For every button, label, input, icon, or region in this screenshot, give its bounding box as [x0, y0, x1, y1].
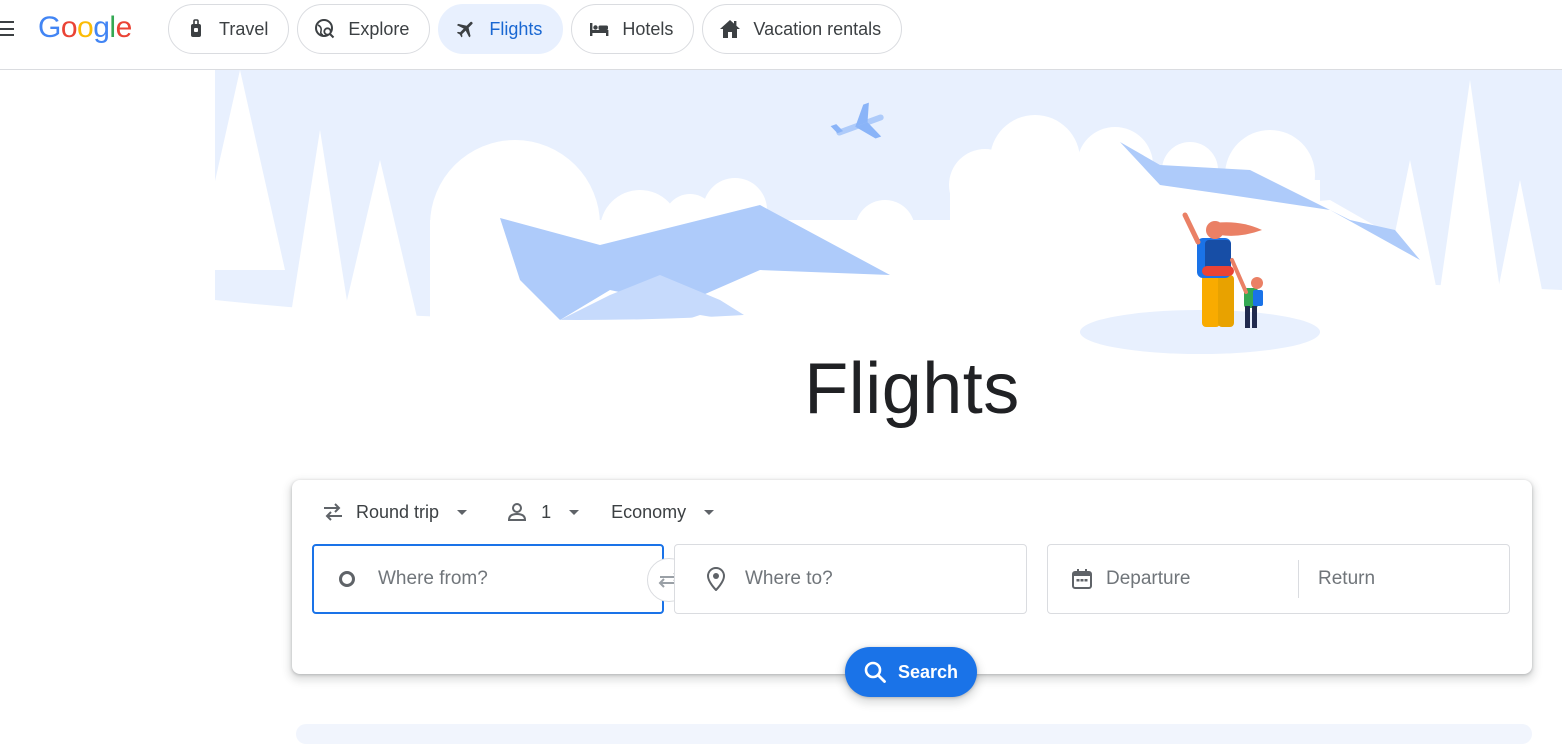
tab-label: Vacation rentals — [753, 18, 882, 39]
bed-icon — [588, 18, 610, 40]
trip-type-select[interactable]: Round trip — [322, 499, 468, 525]
explore-globe-icon — [314, 18, 336, 40]
location-pin-icon — [707, 567, 725, 591]
chevron-down-icon — [704, 509, 715, 515]
tab-flights[interactable]: Flights — [438, 4, 564, 54]
departure-date-field[interactable]: Departure — [1048, 567, 1298, 591]
tab-travel[interactable]: Travel — [168, 4, 290, 54]
search-button[interactable]: Search — [845, 647, 977, 697]
luggage-icon — [185, 18, 207, 40]
origin-circle-icon — [338, 570, 356, 588]
flight-search-card: Round trip 1 Economy Where from? Where t… — [292, 480, 1532, 697]
airplane-icon — [455, 18, 477, 40]
hamburger-menu-icon[interactable] — [0, 19, 18, 39]
passenger-count: 1 — [541, 501, 552, 522]
return-date-field[interactable]: Return — [1299, 568, 1375, 590]
trip-type-label: Round trip — [356, 501, 440, 522]
destination-input[interactable]: Where to? — [674, 544, 1027, 614]
hero-illustration — [0, 70, 1562, 370]
page-title: Flights — [804, 349, 1020, 429]
origin-placeholder: Where from? — [378, 568, 488, 589]
tab-label: Flights — [489, 18, 543, 39]
tab-label: Explore — [348, 18, 410, 39]
cabin-class-select[interactable]: Economy — [611, 499, 715, 525]
search-icon — [864, 661, 886, 683]
tab-label: Hotels — [622, 18, 674, 39]
person-icon — [507, 502, 527, 522]
swap-arrows-icon — [322, 502, 344, 522]
tab-label: Travel — [219, 18, 269, 39]
return-placeholder: Return — [1318, 568, 1376, 589]
origin-input[interactable]: Where from? — [312, 544, 664, 614]
departure-placeholder: Departure — [1106, 568, 1191, 589]
house-icon — [719, 18, 741, 40]
passengers-select[interactable]: 1 — [507, 499, 580, 525]
destination-placeholder: Where to? — [745, 568, 833, 589]
date-range-input[interactable]: Departure Return — [1047, 544, 1510, 614]
next-section-strip — [296, 724, 1532, 744]
travel-nav-tabs: Travel Explore Flights Hotels Vacation r… — [168, 4, 903, 54]
google-logo[interactable]: Google — [38, 11, 132, 45]
cabin-class-label: Economy — [611, 501, 687, 522]
chevron-down-icon — [457, 509, 468, 515]
top-app-bar: Google Travel Explore Flights Hotels Vac… — [0, 0, 1562, 70]
calendar-icon — [1070, 567, 1094, 591]
search-button-label: Search — [897, 661, 959, 682]
tab-explore[interactable]: Explore — [297, 4, 431, 54]
tab-vacation-rentals[interactable]: Vacation rentals — [702, 4, 903, 54]
chevron-down-icon — [569, 509, 580, 515]
search-options-row: Round trip 1 Economy — [322, 499, 715, 525]
tab-hotels[interactable]: Hotels — [571, 4, 695, 54]
